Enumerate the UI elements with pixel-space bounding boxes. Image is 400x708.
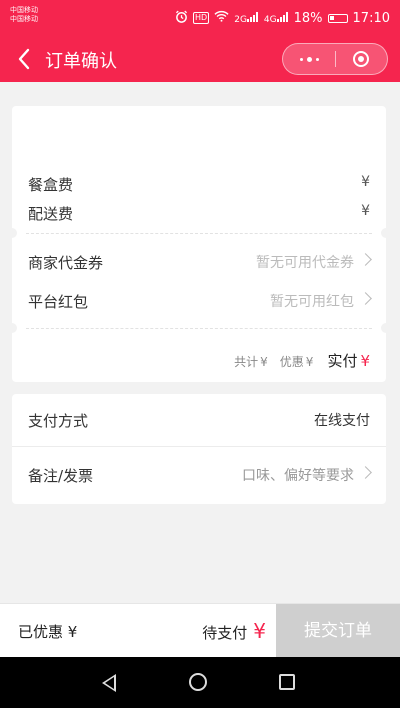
payment-card: 支付方式 在线支付 备注/发票 口味、偏好等要求: [12, 394, 386, 504]
hd-icon: HD: [193, 12, 210, 24]
signal-icon: 4G: [263, 11, 289, 25]
signal-label-2g: 2G: [234, 14, 247, 25]
merchant-coupon-row[interactable]: 商家代金券 暂无可用代金券: [12, 252, 386, 274]
total-label: 共计: [234, 355, 259, 369]
delivery-fee-value: ¥: [361, 203, 370, 219]
payment-method-value: 在线支付: [314, 413, 370, 429]
total-value: ¥: [260, 355, 268, 369]
carrier-2: 中国移动: [10, 15, 38, 23]
delivery-fee-label: 配送费: [28, 205, 74, 223]
platform-red-packet-label: 平台红包: [28, 293, 89, 311]
carrier-1: 中国移动: [10, 6, 38, 14]
close-mini-program-button[interactable]: [336, 44, 387, 74]
remark-invoice-label: 备注/发票: [28, 467, 94, 485]
payment-method-label: 支付方式: [28, 412, 89, 430]
card-notch-left: [7, 228, 17, 238]
signal-label-4g: 4G: [263, 14, 277, 25]
dashed-divider: [26, 233, 372, 234]
system-nav-bar: [0, 657, 400, 708]
more-dots-icon: [300, 57, 319, 62]
paid-value: ¥: [360, 352, 370, 370]
box-fee-value: ¥: [361, 174, 370, 190]
card-notch-right: [381, 323, 391, 333]
merchant-coupon-hint: 暂无可用代金券: [256, 255, 354, 271]
discounted-amount: 已优惠 ¥: [18, 623, 78, 641]
to-pay-value: ¥: [253, 619, 266, 643]
discount-value: ¥: [305, 355, 314, 369]
page-title: 订单确认: [45, 51, 117, 72]
battery-percent: 18%: [293, 10, 323, 26]
row-divider: [12, 446, 386, 447]
clock: 17:10: [352, 10, 390, 26]
signal-icon: 2G: [234, 11, 259, 25]
remark-invoice-hint: 口味、偏好等要求: [242, 468, 354, 484]
to-pay-label: 待支付: [202, 624, 248, 642]
box-fee-label: 餐盒费: [28, 176, 74, 194]
system-back-icon[interactable]: [102, 674, 116, 692]
order-summary: 共计 ¥ 优惠 ¥ 实付 ¥: [234, 350, 370, 371]
carrier-info: 中国移动 中国移动: [10, 6, 38, 24]
chevron-right-icon: [359, 466, 372, 479]
more-button[interactable]: [283, 44, 335, 74]
mini-program-capsule: [282, 43, 388, 75]
submit-order-button[interactable]: 提交订单: [276, 604, 400, 658]
chevron-right-icon: [359, 253, 372, 266]
platform-red-packet-hint: 暂无可用红包: [270, 294, 354, 310]
wifi-icon: [214, 10, 229, 26]
system-recents-icon[interactable]: [279, 674, 295, 690]
system-home-icon[interactable]: [189, 673, 207, 691]
amount-to-pay: 待支付 ¥: [202, 619, 266, 643]
card-notch-right: [381, 228, 391, 238]
dashed-divider: [26, 328, 372, 329]
discount-label: 优惠: [279, 355, 304, 369]
status-icons: HD 2G 4G 18% 17:10: [175, 10, 390, 26]
merchant-coupon-label: 商家代金券: [28, 254, 104, 272]
battery-icon: [327, 13, 348, 23]
target-close-icon: [353, 51, 369, 67]
card-notch-left: [7, 323, 17, 333]
alarm-icon: [175, 10, 188, 27]
order-card: 餐盒费 ¥ 配送费 ¥ 商家代金券 暂无可用代金券 平台红包 暂无可用红包 共计…: [7, 106, 391, 382]
checkout-bar: 已优惠 ¥ 待支付 ¥ 提交订单: [0, 603, 400, 658]
payment-method-row: 支付方式 在线支付: [12, 410, 386, 432]
nav-bar: 订单确认: [0, 36, 400, 82]
back-button[interactable]: [10, 44, 38, 74]
chevron-right-icon: [359, 292, 372, 305]
chevron-left-icon: [18, 48, 30, 70]
platform-red-packet-row[interactable]: 平台红包 暂无可用红包: [12, 291, 386, 313]
status-bar: 中国移动 中国移动 HD 2G 4G 18% 17:10: [0, 0, 400, 36]
remark-invoice-row[interactable]: 备注/发票 口味、偏好等要求: [12, 465, 386, 487]
paid-label: 实付: [327, 352, 358, 370]
